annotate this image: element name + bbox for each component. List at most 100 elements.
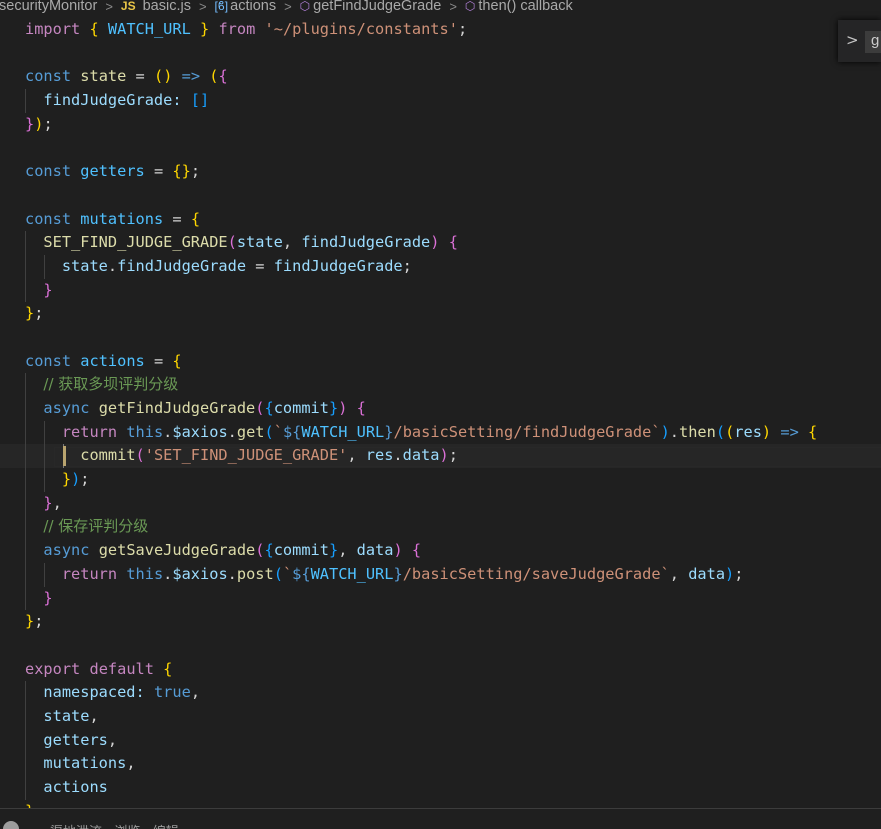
code-token: data (688, 564, 726, 583)
code-text: const actions = { (25, 350, 182, 374)
code-token: mutations (43, 754, 127, 773)
code-token: = (246, 256, 274, 275)
code-token: { (411, 541, 422, 560)
code-line[interactable]: }); (0, 113, 881, 137)
code-line[interactable]: state, (0, 704, 881, 729)
code-text: const state = () => ({ (25, 65, 228, 89)
code-editor[interactable]: import { WATCH_URL } from '~/plugins/con… (0, 18, 881, 823)
find-input[interactable]: g (865, 31, 881, 53)
code-line[interactable]: SET_FIND_JUDGE_GRADE(state, findJudgeGra… (0, 231, 881, 255)
code-line[interactable]: // 获取多坝评判分级 (0, 373, 881, 397)
code-token: findJudgeGrade (43, 91, 173, 110)
code-line[interactable]: namespaced: true, (0, 681, 881, 705)
code-token: . (163, 564, 173, 583)
code-line[interactable]: state.findJudgeGrade = findJudgeGrade; (0, 254, 881, 279)
code-token: ( (273, 564, 283, 583)
code-line[interactable] (0, 326, 881, 350)
code-token: = (144, 162, 173, 181)
code-line[interactable]: }); (0, 468, 881, 492)
code-token: : (135, 683, 145, 702)
code-token: ; (402, 256, 412, 275)
code-line[interactable]: import { WATCH_URL } from '~/plugins/con… (0, 18, 881, 42)
code-token: { (808, 422, 818, 441)
code-line[interactable]: }; (0, 302, 881, 326)
code-token: { (448, 233, 458, 252)
breadcrumb-item[interactable]: JS basic.js (121, 0, 191, 13)
code-line[interactable]: actions (0, 776, 881, 800)
code-line[interactable] (0, 136, 881, 160)
code-token: commit (80, 446, 136, 465)
code-text: }); (25, 468, 90, 492)
breadcrumb-label: actions (230, 0, 277, 14)
code-line[interactable]: const state = () => ({ (0, 65, 881, 89)
code-token: ; (34, 304, 44, 323)
code-token: } (393, 564, 403, 583)
code-token: ; (457, 20, 468, 38)
code-line[interactable]: async getSaveJudgeGrade({commit}, data) … (0, 539, 881, 563)
code-token: $axios (172, 422, 228, 441)
toggle-replace-icon[interactable]: > (846, 31, 859, 49)
code-text: state, (25, 705, 98, 729)
code-token: } (25, 304, 35, 323)
code-token: ; (734, 564, 744, 583)
code-line[interactable]: mutations, (0, 752, 881, 776)
code-token: { (264, 399, 274, 417)
code-token: WATCH_URL (107, 20, 191, 38)
text-cursor (63, 446, 66, 467)
find-widget[interactable]: > g (838, 20, 881, 62)
code-token: default (89, 659, 154, 678)
code-token: = (144, 351, 173, 370)
code-token: return (61, 422, 118, 441)
code-text: actions (25, 776, 107, 800)
code-line[interactable]: }; (0, 610, 881, 634)
code-token: . (163, 422, 173, 441)
code-token: { (172, 351, 182, 370)
code-line[interactable]: findJudgeGrade: [] (0, 89, 881, 113)
code-line[interactable]: const actions = { (0, 350, 881, 374)
breadcrumb-item[interactable]: [ϐ] actions (215, 0, 277, 13)
code-line[interactable]: // 保存评判分级 (0, 515, 881, 540)
code-token: , (338, 541, 357, 560)
breadcrumb-item[interactable]: securityMonitor (0, 0, 97, 13)
code-line[interactable]: commit('SET_FIND_JUDGE_GRADE', res.data)… (0, 444, 881, 469)
code-line[interactable] (0, 42, 881, 66)
code-token: } (25, 114, 35, 133)
code-line[interactable]: getters, (0, 728, 881, 753)
breadcrumb-item[interactable]: ⬡ then() callback (465, 0, 573, 13)
code-line[interactable]: const getters = {}; (0, 160, 881, 184)
breadcrumb-item[interactable]: ⬡ getFindJudgeGrade (300, 0, 442, 13)
code-token: , (107, 730, 118, 749)
code-line[interactable]: async getFindJudgeGrade({commit}) { (0, 397, 881, 421)
code-line[interactable]: }, (0, 491, 881, 516)
method-icon: ⬡ (299, 0, 311, 13)
code-line[interactable]: return this.$axios.get(`${WATCH_URL}/bas… (0, 420, 881, 445)
code-line[interactable]: export default { (0, 658, 881, 682)
code-token: ${ (282, 422, 302, 441)
code-token: => (780, 422, 799, 441)
breadcrumb-label: then() callback (478, 0, 573, 14)
code-line[interactable] (0, 184, 881, 208)
code-line[interactable] (0, 634, 881, 658)
code-token: } (328, 541, 339, 560)
code-line[interactable]: const mutations = { (0, 208, 881, 232)
code-line[interactable]: return this.$axios.post(`${WATCH_URL}/ba… (0, 562, 881, 587)
code-token: namespaced (43, 683, 136, 702)
code-token: data (402, 446, 440, 465)
breadcrumb-separator-icon: > (449, 0, 457, 14)
code-line[interactable]: } (0, 586, 881, 611)
code-token: } (43, 588, 53, 607)
breadcrumb-separator-icon: > (105, 0, 113, 14)
code-line[interactable]: } (0, 278, 881, 303)
code-text: mutations, (25, 752, 135, 776)
code-token: state (61, 256, 108, 275)
code-token: res (365, 446, 394, 465)
breadcrumb-label: basic.js (142, 0, 191, 14)
code-token: () (153, 67, 173, 86)
